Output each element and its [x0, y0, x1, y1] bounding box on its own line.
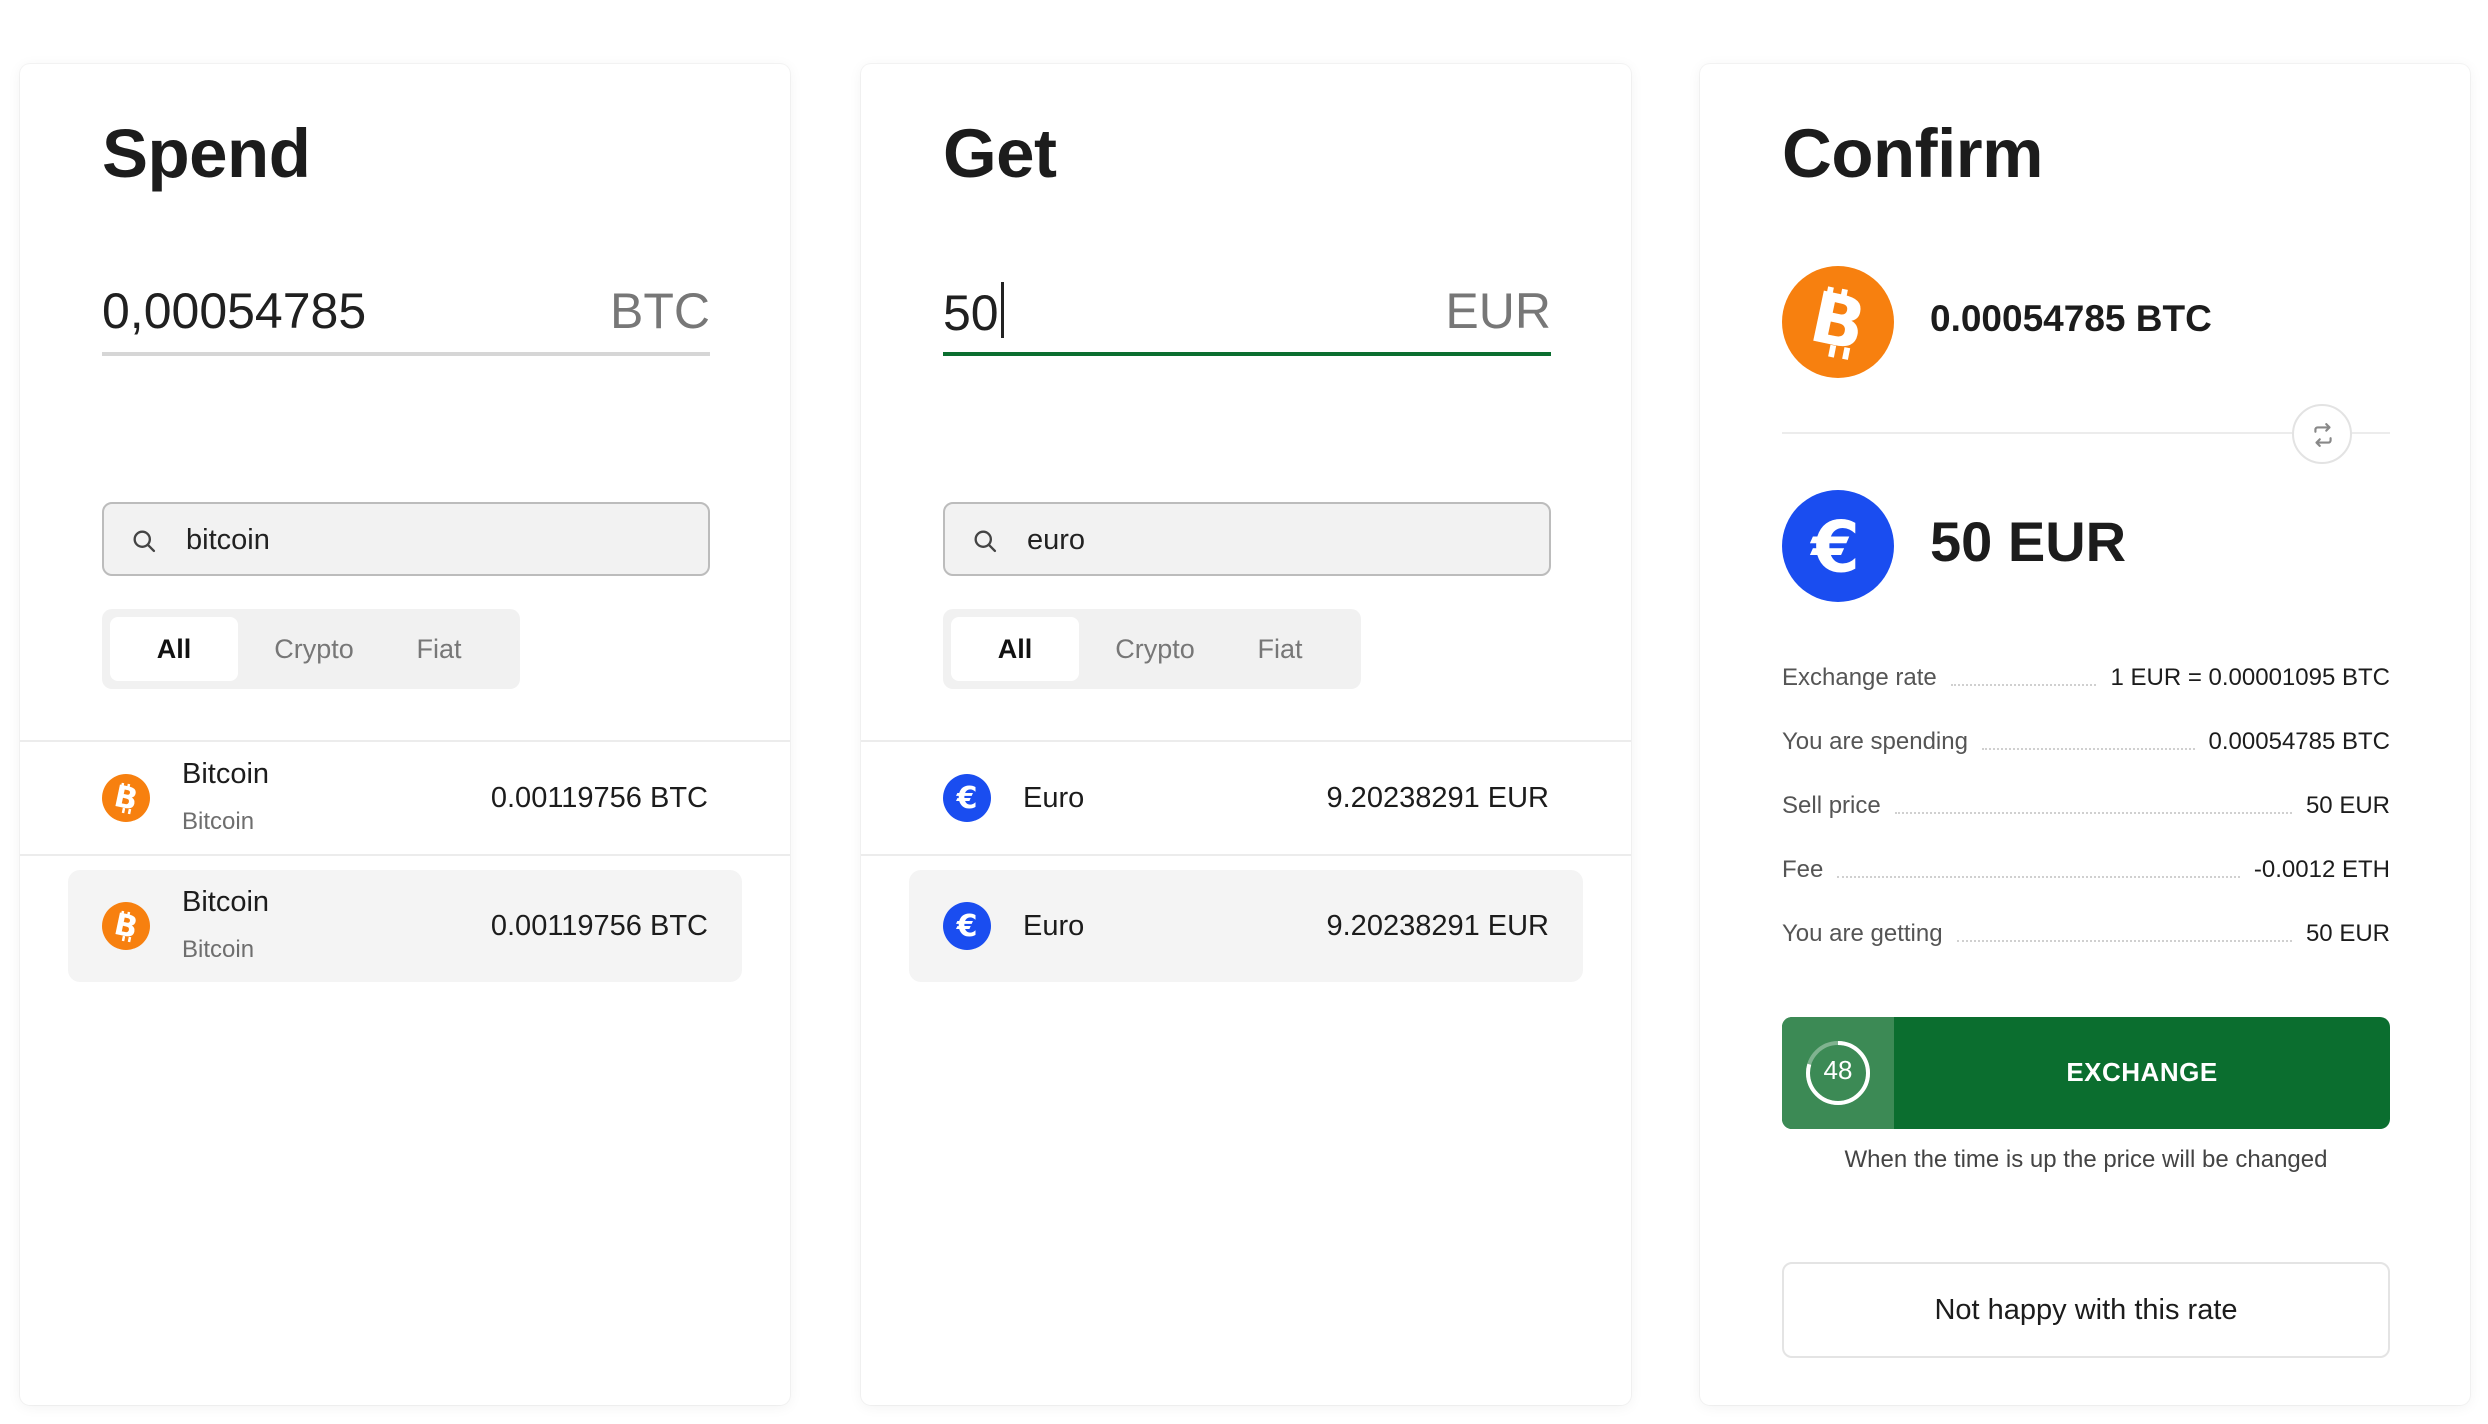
- spend-result-item-highlighted[interactable]: B Bitcoin Bitcoin 0.00119756 BTC: [68, 870, 742, 982]
- detail-row-sell-price: Sell price 50 EUR: [1782, 780, 2390, 820]
- svg-text:€: €: [1809, 507, 1860, 589]
- euro-icon: €: [943, 902, 991, 950]
- detail-value: 0.00054785 BTC: [2208, 728, 2390, 755]
- not-happy-button[interactable]: Not happy with this rate: [1782, 1262, 2390, 1358]
- euro-icon: €: [1782, 490, 1894, 602]
- confirm-panel: Confirm B 0.00054785 BTC € 50 EUR Exchan…: [1700, 64, 2470, 1405]
- dotted-leader: [1981, 748, 2195, 750]
- search-icon: [133, 530, 156, 553]
- dotted-leader: [1950, 684, 2097, 686]
- dotted-leader: [1837, 876, 2240, 878]
- svg-text:€: €: [956, 781, 978, 816]
- detail-value: 50 EUR: [2305, 920, 2390, 947]
- spend-filter-tabs: All Crypto Fiat: [102, 609, 520, 689]
- spend-result-amount: 0.00119756 BTC: [490, 782, 708, 814]
- detail-label: You are spending: [1782, 728, 1968, 755]
- spend-panel: Spend 0,00054785 BTC bitcoin All Crypto …: [20, 64, 790, 1405]
- euro-icon: €: [943, 774, 991, 822]
- get-result-item-highlighted[interactable]: € Euro 9.20238291 EUR: [909, 870, 1583, 982]
- get-result-amount: 9.20238291 EUR: [1326, 910, 1550, 942]
- get-filter-tabs: All Crypto Fiat: [943, 609, 1361, 689]
- get-title: Get: [943, 115, 1057, 192]
- swap-icon: [2314, 423, 2332, 447]
- swap-button[interactable]: [2292, 404, 2352, 464]
- detail-value: -0.0012 ETH: [2253, 856, 2390, 883]
- dotted-leader: [1894, 812, 2292, 814]
- detail-row-spending: You are spending 0.00054785 BTC: [1782, 716, 2390, 756]
- detail-label: Exchange rate: [1782, 664, 1937, 691]
- get-result-amount: 9.20238291 EUR: [1326, 782, 1550, 814]
- get-search-input[interactable]: euro: [943, 502, 1551, 576]
- get-result-name: Euro: [1023, 782, 1085, 814]
- detail-row-getting: You are getting 50 EUR: [1782, 908, 2390, 948]
- detail-label: Sell price: [1782, 792, 1881, 819]
- get-panel: Get 50 EUR euro All Crypto Fiat € Euro 9…: [861, 64, 1631, 1405]
- confirm-to-amount: 50 EUR: [1930, 510, 2127, 573]
- spend-result-subtitle: Bitcoin: [182, 936, 255, 963]
- bitcoin-icon: B: [102, 774, 150, 822]
- spend-amount-input[interactable]: 0,00054785 BTC: [102, 264, 710, 356]
- get-tab-all[interactable]: All: [951, 617, 1079, 681]
- detail-row-exchange-rate: Exchange rate 1 EUR = 0.00001095 BTC: [1782, 652, 2390, 692]
- text-caret: [1000, 282, 1004, 338]
- spend-search-value: bitcoin: [186, 524, 270, 556]
- search-icon: [974, 530, 997, 553]
- get-amount-input[interactable]: 50 EUR: [943, 264, 1551, 356]
- bitcoin-icon: B: [1782, 266, 1894, 378]
- get-result-name: Euro: [1023, 910, 1085, 942]
- detail-row-fee: Fee -0.0012 ETH: [1782, 844, 2390, 884]
- detail-value: 50 EUR: [2305, 792, 2390, 819]
- detail-value: 1 EUR = 0.00001095 BTC: [2110, 664, 2390, 691]
- spend-result-amount: 0.00119756 BTC: [490, 910, 708, 942]
- detail-label: You are getting: [1782, 920, 1943, 947]
- spend-result-name: Bitcoin: [182, 758, 270, 790]
- spend-search-input[interactable]: bitcoin: [102, 502, 710, 576]
- spend-tab-fiat[interactable]: Fiat: [380, 617, 498, 681]
- spend-amount-value: 0,00054785: [102, 283, 367, 339]
- get-currency-label: EUR: [1445, 283, 1551, 339]
- spend-result-item[interactable]: B Bitcoin Bitcoin 0.00119756 BTC: [20, 742, 790, 854]
- get-result-item[interactable]: € Euro 9.20238291 EUR: [861, 742, 1631, 854]
- spend-currency-label: BTC: [610, 283, 710, 339]
- dotted-leader: [1956, 940, 2292, 942]
- get-search-value: euro: [1027, 524, 1086, 556]
- spend-result-subtitle: Bitcoin: [182, 808, 255, 835]
- exchange-button[interactable]: 48 EXCHANGE: [1782, 1017, 2390, 1129]
- timer-value: 48: [1823, 1055, 1853, 1085]
- get-amount-value: 50: [943, 282, 1004, 342]
- spend-tab-all[interactable]: All: [110, 617, 238, 681]
- exchange-label: EXCHANGE: [2066, 1057, 2218, 1087]
- confirm-from-amount: 0.00054785 BTC: [1930, 298, 2212, 339]
- timer-note: When the time is up the price will be ch…: [1844, 1146, 2328, 1173]
- countdown-timer: 48: [1782, 1017, 1894, 1129]
- confirm-title: Confirm: [1782, 115, 2043, 192]
- detail-label: Fee: [1782, 856, 1824, 883]
- spend-result-name: Bitcoin: [182, 886, 270, 918]
- divider: [20, 854, 790, 856]
- get-tab-fiat[interactable]: Fiat: [1221, 617, 1339, 681]
- get-tab-crypto[interactable]: Crypto: [1091, 617, 1219, 681]
- svg-text:€: €: [956, 909, 978, 944]
- bitcoin-icon: B: [102, 902, 150, 950]
- divider: [861, 854, 1631, 856]
- spend-tab-crypto[interactable]: Crypto: [250, 617, 378, 681]
- spend-title: Spend: [102, 115, 311, 192]
